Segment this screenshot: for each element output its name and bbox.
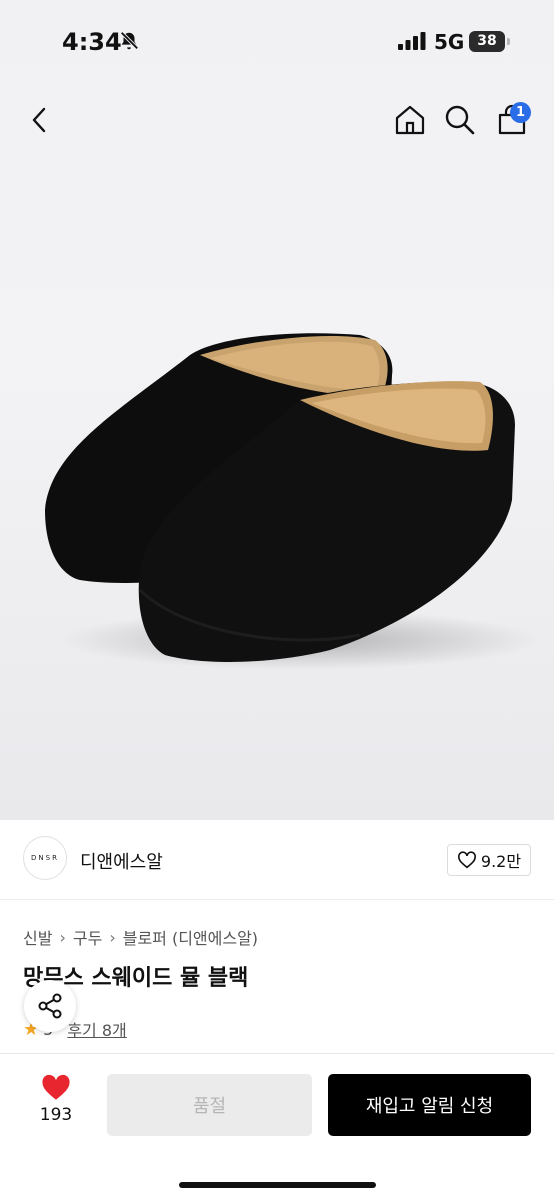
share-button[interactable] — [24, 980, 76, 1032]
status-bar: 4:34 5G 38 — [0, 0, 554, 84]
home-button[interactable] — [390, 100, 430, 140]
product-hero: 4:34 5G 38 1 — [0, 0, 554, 820]
bell-off-icon — [118, 30, 140, 56]
search-icon — [445, 105, 475, 135]
breadcrumb-item[interactable]: 구두 — [73, 925, 102, 949]
cart-badge: 1 — [510, 102, 531, 123]
status-time: 4:34 — [62, 28, 122, 56]
heart-outline-icon — [457, 851, 476, 869]
brand-name[interactable]: 디앤에스알 — [80, 848, 163, 874]
battery-level: 38 — [477, 33, 497, 49]
heart-filled-icon — [42, 1074, 70, 1100]
signal-icon — [398, 32, 426, 54]
back-icon — [32, 107, 46, 133]
breadcrumb: 신발 › 구두 › 블로퍼 (디앤에스알) — [23, 925, 258, 949]
like-count: 193 — [39, 1105, 73, 1125]
brand-logo[interactable]: DNSR — [23, 836, 67, 880]
restock-alert-button[interactable]: 재입고 알림 신청 — [328, 1074, 531, 1136]
home-icon — [395, 105, 425, 135]
brand-like-count: 9.2만 — [480, 852, 522, 871]
bottom-action-bar: 193 품절 재입고 알림 신청 — [0, 1053, 554, 1200]
share-icon — [38, 993, 62, 1019]
brand-like-button[interactable]: 9.2만 — [447, 844, 531, 876]
like-button[interactable]: 193 — [30, 1074, 82, 1125]
breadcrumb-item[interactable]: 신발 — [23, 925, 52, 949]
battery-icon: 38 — [469, 31, 505, 52]
back-button[interactable] — [20, 100, 60, 140]
chevron-right-icon: › — [59, 927, 66, 947]
home-indicator — [179, 1182, 376, 1188]
network-type: 5G — [434, 30, 465, 54]
product-image[interactable] — [0, 300, 554, 700]
breadcrumb-item[interactable]: 블로퍼 (디앤에스알) — [123, 925, 258, 949]
search-button[interactable] — [440, 100, 480, 140]
brand-row[interactable]: DNSR 디앤에스알 9.2만 — [0, 820, 554, 900]
soldout-button[interactable]: 품절 — [107, 1074, 312, 1136]
review-link[interactable]: 후기 8개 — [67, 1017, 126, 1041]
chevron-right-icon: › — [109, 927, 116, 947]
battery-cap — [507, 38, 510, 45]
